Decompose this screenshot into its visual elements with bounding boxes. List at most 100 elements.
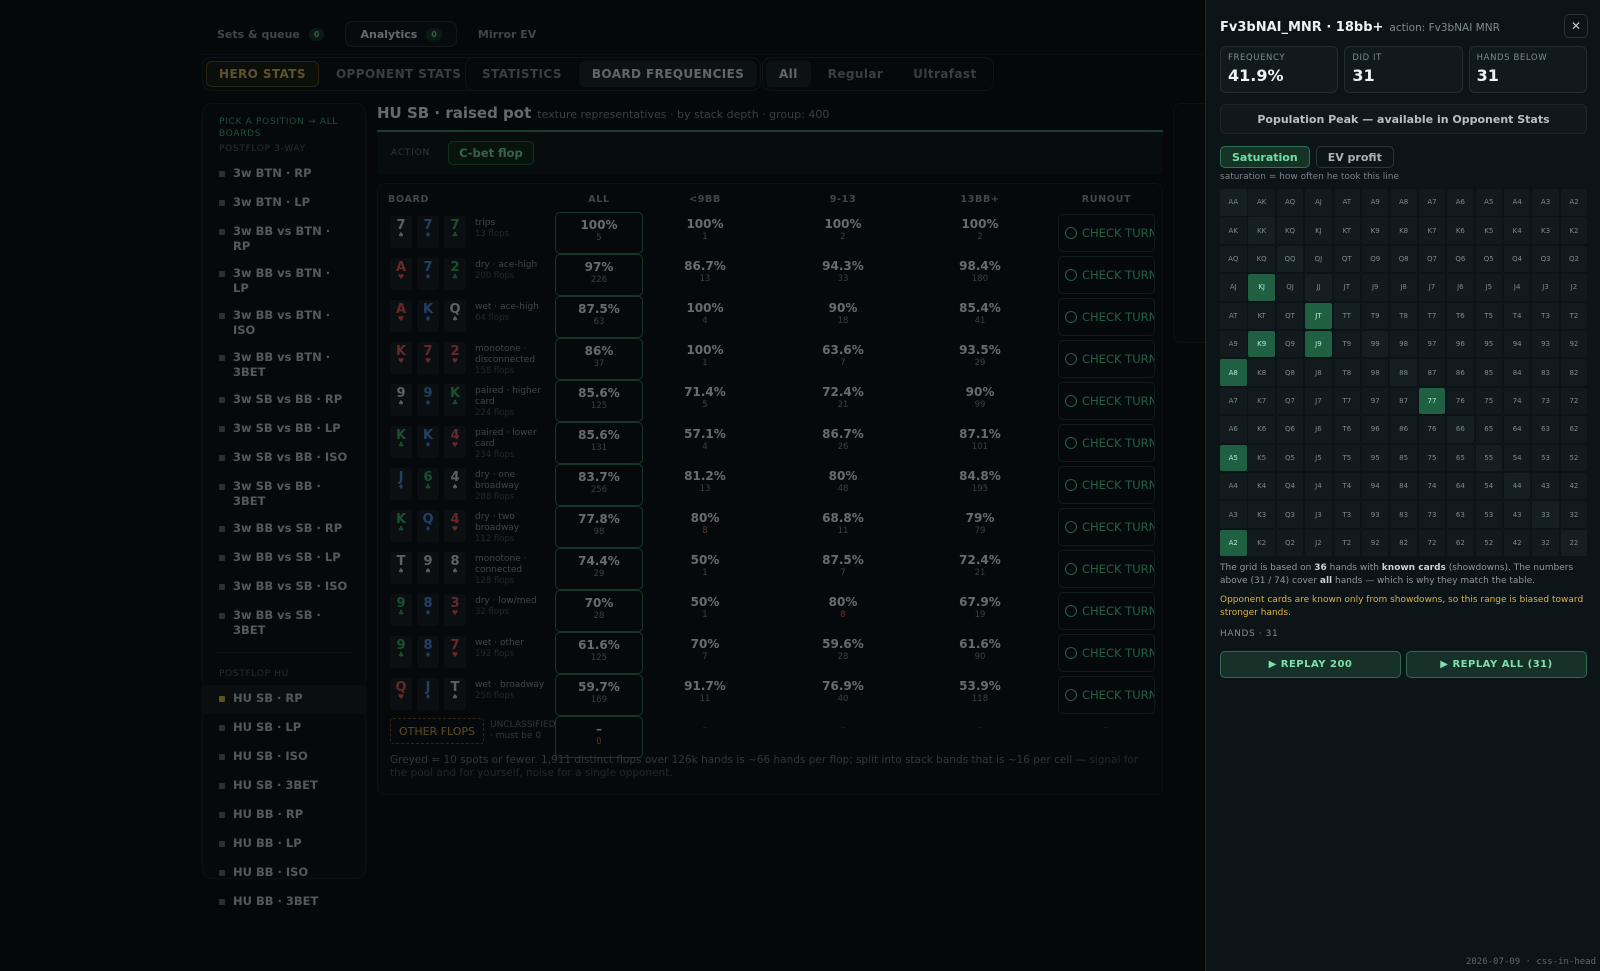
hand-cell[interactable]: 83 bbox=[1390, 501, 1417, 528]
stack-band-cell[interactable]: 85.4% 41 bbox=[940, 301, 1020, 326]
hand-cell[interactable]: 73 bbox=[1532, 387, 1559, 415]
hand-cell[interactable]: 96 bbox=[1447, 330, 1474, 358]
hand-cell[interactable]: 85 bbox=[1390, 444, 1417, 472]
hand-cell[interactable]: A4 bbox=[1220, 472, 1247, 500]
hand-cell[interactable]: TT bbox=[1333, 302, 1361, 330]
hand-cell[interactable]: K3 bbox=[1248, 501, 1275, 528]
stack-band-cell[interactable]: 100% 1 bbox=[665, 343, 745, 368]
tab-statistics[interactable]: STATISTICS bbox=[469, 61, 575, 87]
mode-ev-profit-button[interactable]: EV profit bbox=[1315, 146, 1394, 168]
hand-cell[interactable]: 94 bbox=[1503, 330, 1531, 358]
mode-saturation-button[interactable]: Saturation bbox=[1220, 146, 1310, 168]
tab-regular[interactable]: Regular bbox=[815, 61, 896, 87]
sidebar-item[interactable]: 3w BB vs BTN · LP bbox=[203, 260, 365, 302]
stack-band-cell[interactable]: 80% 8 bbox=[665, 511, 745, 536]
hand-cell[interactable]: J3 bbox=[1305, 501, 1332, 528]
hand-cell[interactable]: 92 bbox=[1560, 330, 1588, 358]
hand-cell[interactable]: J6 bbox=[1305, 416, 1332, 443]
hand-cell[interactable]: A9 bbox=[1361, 189, 1389, 216]
sidebar-item[interactable]: 3w BB vs BTN · RP bbox=[203, 218, 365, 260]
hand-cell[interactable]: A2 bbox=[1560, 189, 1588, 216]
stack-band-cell[interactable]: 72.4% 21 bbox=[940, 553, 1020, 578]
hand-cell[interactable]: 77 bbox=[1418, 387, 1446, 415]
sidebar-item[interactable]: 3w BB vs BTN · ISO bbox=[203, 302, 365, 344]
hand-cell[interactable]: T5 bbox=[1475, 302, 1503, 330]
hand-cell[interactable]: K9 bbox=[1248, 330, 1275, 358]
check-turn-button[interactable]: CHECK TURN bbox=[1058, 592, 1155, 630]
sidebar-item[interactable]: 3w SB vs BB · LP bbox=[203, 415, 365, 444]
hand-cell[interactable]: KK bbox=[1248, 217, 1275, 244]
stack-band-cell[interactable]: 80% 8 bbox=[803, 595, 883, 620]
hand-cell[interactable]: J7 bbox=[1418, 274, 1446, 301]
all-cell[interactable]: –0 bbox=[555, 716, 643, 758]
hand-cell[interactable]: 65 bbox=[1475, 416, 1503, 443]
hand-cell[interactable]: K6 bbox=[1248, 416, 1275, 443]
hand-cell[interactable]: A4 bbox=[1503, 189, 1531, 216]
all-cell[interactable]: 86% 37 bbox=[555, 338, 643, 380]
hand-cell[interactable]: K6 bbox=[1447, 217, 1474, 244]
hand-cell[interactable]: 75 bbox=[1475, 387, 1503, 415]
hand-cell[interactable]: K7 bbox=[1248, 387, 1275, 415]
hand-cell[interactable]: 87 bbox=[1390, 387, 1417, 415]
hand-cell[interactable]: 53 bbox=[1475, 501, 1503, 528]
hand-cell[interactable]: T8 bbox=[1333, 359, 1361, 386]
stack-band-cell[interactable]: 50% 1 bbox=[665, 553, 745, 578]
stack-band-cell[interactable]: 98.4% 180 bbox=[940, 259, 1020, 284]
hand-cell[interactable]: T4 bbox=[1503, 302, 1531, 330]
all-cell[interactable]: 87.5% 63 bbox=[555, 296, 643, 338]
stack-band-cell[interactable]: 79% 79 bbox=[940, 511, 1020, 536]
hand-cell[interactable]: Q7 bbox=[1276, 387, 1304, 415]
hand-cell[interactable]: 64 bbox=[1447, 472, 1474, 500]
hand-cell[interactable]: 42 bbox=[1560, 472, 1588, 500]
hand-cell[interactable]: 32 bbox=[1560, 501, 1588, 528]
hand-cell[interactable]: 42 bbox=[1503, 529, 1531, 557]
hand-cell[interactable]: K8 bbox=[1390, 217, 1417, 244]
hand-cell[interactable]: 92 bbox=[1361, 529, 1389, 557]
hand-cell[interactable]: Q4 bbox=[1276, 472, 1304, 500]
other-flops-button[interactable]: OTHER FLOPS bbox=[390, 718, 484, 744]
hand-cell[interactable]: 93 bbox=[1532, 330, 1559, 358]
hand-cell[interactable]: A2 bbox=[1220, 529, 1247, 557]
stack-band-cell[interactable]: 80% 48 bbox=[803, 469, 883, 494]
hand-cell[interactable]: A3 bbox=[1532, 189, 1559, 216]
hand-cell[interactable]: 52 bbox=[1475, 529, 1503, 557]
hand-cell[interactable]: 98 bbox=[1390, 330, 1417, 358]
stack-band-cell[interactable]: 100% 2 bbox=[940, 217, 1020, 242]
hand-cell[interactable]: 44 bbox=[1503, 472, 1531, 500]
hand-cell[interactable]: 55 bbox=[1475, 444, 1503, 472]
hand-cell[interactable]: T9 bbox=[1333, 330, 1361, 358]
all-cell[interactable]: 61.6% 125 bbox=[555, 632, 643, 674]
sidebar-item[interactable]: 3w SB vs BB · ISO bbox=[203, 444, 365, 473]
hand-cell[interactable]: AQ bbox=[1220, 245, 1247, 273]
hand-cell[interactable]: K4 bbox=[1248, 472, 1275, 500]
sidebar-item[interactable]: 3w BB vs SB · LP bbox=[203, 544, 365, 573]
hand-cell[interactable]: Q8 bbox=[1276, 359, 1304, 386]
hand-cell[interactable]: JJ bbox=[1305, 274, 1332, 301]
hand-cell[interactable]: A8 bbox=[1220, 359, 1247, 386]
stack-band-cell[interactable]: 72.4% 21 bbox=[803, 385, 883, 410]
hand-cell[interactable]: J5 bbox=[1475, 274, 1503, 301]
hand-cell[interactable]: J6 bbox=[1447, 274, 1474, 301]
hand-cell[interactable]: QJ bbox=[1305, 245, 1332, 273]
stack-band-cell[interactable]: 68.8% 11 bbox=[803, 511, 883, 536]
hand-cell[interactable]: 52 bbox=[1560, 444, 1588, 472]
stack-band-cell[interactable]: 81.2% 13 bbox=[665, 469, 745, 494]
tab-hero-stats[interactable]: HERO STATS bbox=[206, 61, 319, 87]
hand-cell[interactable]: 76 bbox=[1418, 416, 1446, 443]
tab-ultrafast[interactable]: Ultrafast bbox=[900, 61, 989, 87]
hand-cell[interactable]: 96 bbox=[1361, 416, 1389, 443]
hand-cell[interactable]: JT bbox=[1305, 302, 1332, 330]
hand-cell[interactable]: KT bbox=[1333, 217, 1361, 244]
hand-cell[interactable]: T6 bbox=[1333, 416, 1361, 443]
hand-cell[interactable]: Q5 bbox=[1276, 444, 1304, 472]
stack-band-cell[interactable]: 84.8% 195 bbox=[940, 469, 1020, 494]
hand-cell[interactable]: 95 bbox=[1475, 330, 1503, 358]
hand-cell[interactable]: 74 bbox=[1418, 472, 1446, 500]
hand-cell[interactable]: K7 bbox=[1418, 217, 1446, 244]
tab-sets-queue[interactable]: Sets & queue 0 bbox=[202, 21, 339, 47]
check-turn-button[interactable]: CHECK TURN bbox=[1058, 340, 1155, 378]
hand-cell[interactable]: 97 bbox=[1361, 387, 1389, 415]
sidebar-item[interactable]: HU SB · ISO bbox=[203, 743, 365, 772]
all-cell[interactable]: 77.8% 98 bbox=[555, 506, 643, 548]
tab-board-frequencies[interactable]: BOARD FREQUENCIES bbox=[578, 61, 758, 87]
